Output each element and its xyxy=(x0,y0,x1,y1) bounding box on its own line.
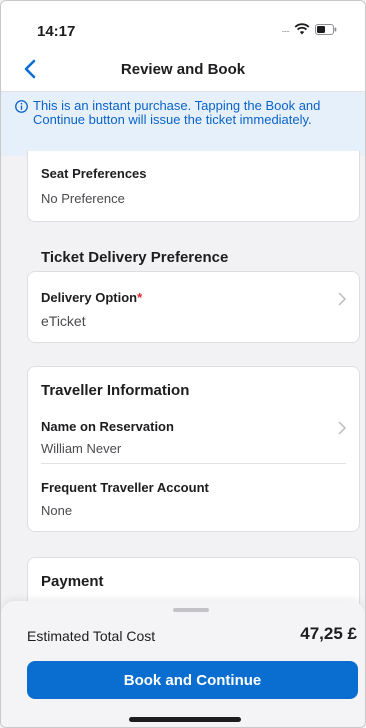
delivery-option-row[interactable]: Delivery Option* eTicket xyxy=(27,271,360,343)
page-title: Review and Book xyxy=(120,61,246,78)
phone-frame: 14:17 ..... Review and Book This is an i… xyxy=(0,0,366,728)
frequent-traveller-value: None xyxy=(41,503,73,518)
seat-preferences-label: Seat Preferences xyxy=(41,166,147,181)
chevron-right-icon xyxy=(338,421,346,435)
home-indicator xyxy=(129,717,241,722)
required-mark: * xyxy=(137,290,143,305)
seat-preferences-card[interactable]: Seat Preferences No Preference xyxy=(27,151,360,222)
delivery-option-value: eTicket xyxy=(41,313,86,329)
nav-bar: Review and Book xyxy=(1,47,365,92)
name-on-reservation-value: William Never xyxy=(41,441,122,456)
ticket-delivery-heading: Ticket Delivery Preference xyxy=(41,249,229,266)
info-icon xyxy=(15,100,28,113)
status-icons: ..... xyxy=(281,23,337,35)
seat-preferences-value: No Preference xyxy=(41,191,125,206)
traveller-information-heading: Traveller Information xyxy=(41,382,190,399)
banner-text: This is an instant purchase. Tapping the… xyxy=(33,98,321,127)
estimated-total-value: 47,25 £ xyxy=(300,624,357,643)
status-bar: 14:17 ..... xyxy=(1,1,365,47)
estimated-total-label: Estimated Total Cost xyxy=(27,628,156,644)
frequent-traveller-label: Frequent Traveller Account xyxy=(41,480,209,495)
traveller-information-card: Traveller Information Name on Reservatio… xyxy=(27,366,360,532)
book-and-continue-button[interactable]: Book and Continue xyxy=(27,661,358,699)
signal-dots: ..... xyxy=(281,24,289,34)
status-time: 14:17 xyxy=(37,23,76,40)
payment-heading: Payment xyxy=(41,573,104,590)
checkout-bottom-sheet: Estimated Total Cost 47,25 £ Book and Co… xyxy=(1,601,365,727)
name-on-reservation-row[interactable]: Name on Reservation William Never xyxy=(28,411,359,459)
wifi-icon xyxy=(294,23,310,35)
delivery-option-label: Delivery Option* xyxy=(41,290,143,305)
divider xyxy=(41,463,346,464)
instant-purchase-banner: This is an instant purchase. Tapping the… xyxy=(1,92,365,156)
chevron-right-icon xyxy=(338,292,346,306)
battery-icon xyxy=(315,23,337,35)
sheet-grabber[interactable] xyxy=(173,608,209,612)
name-on-reservation-label: Name on Reservation xyxy=(41,419,174,434)
